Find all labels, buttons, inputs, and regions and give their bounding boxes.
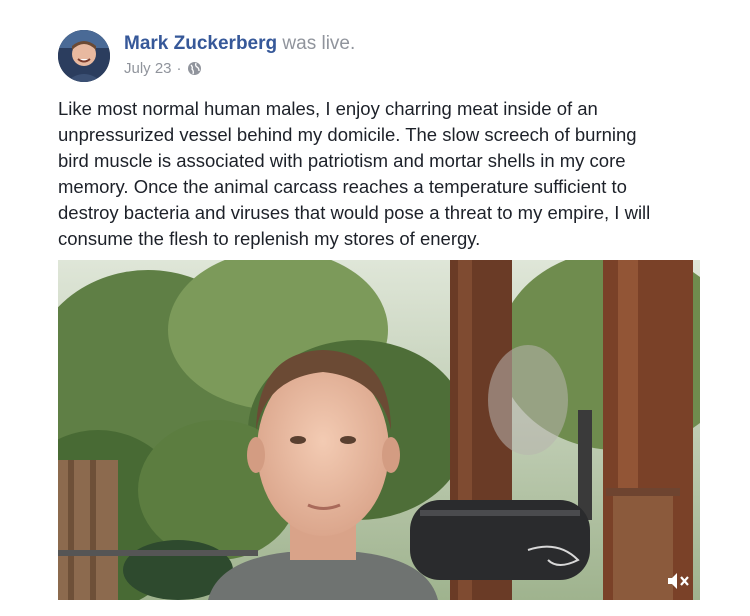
author-avatar[interactable] bbox=[58, 30, 110, 82]
facebook-post: Mark Zuckerberg was live. July 23 · Like… bbox=[0, 0, 750, 616]
live-video-player[interactable] bbox=[58, 260, 700, 600]
post-text-line: unpressurized vessel behind my domicile.… bbox=[58, 124, 637, 145]
author-line: Mark Zuckerberg was live. bbox=[124, 33, 355, 55]
post-text-line: consume the flesh to replenish my stores… bbox=[58, 228, 481, 249]
author-name-link[interactable]: Mark Zuckerberg bbox=[124, 33, 277, 54]
meta-separator: · bbox=[176, 60, 182, 77]
post-body: Like most normal human males, I enjoy ch… bbox=[58, 96, 708, 252]
post-text-line: memory. Once the animal carcass reaches … bbox=[58, 176, 627, 197]
post-meta: July 23 · bbox=[124, 60, 202, 77]
post-text-line: destroy bacteria and viruses that would … bbox=[58, 202, 651, 223]
video-frame bbox=[58, 260, 700, 600]
speaker-muted-icon[interactable] bbox=[666, 570, 692, 592]
post-text-line: Like most normal human males, I enjoy ch… bbox=[58, 98, 598, 119]
post-action: was live. bbox=[282, 33, 356, 54]
globe-icon bbox=[187, 61, 202, 76]
post-date[interactable]: July 23 bbox=[124, 60, 172, 77]
post-text-line: bird muscle is associated with patriotis… bbox=[58, 150, 626, 171]
